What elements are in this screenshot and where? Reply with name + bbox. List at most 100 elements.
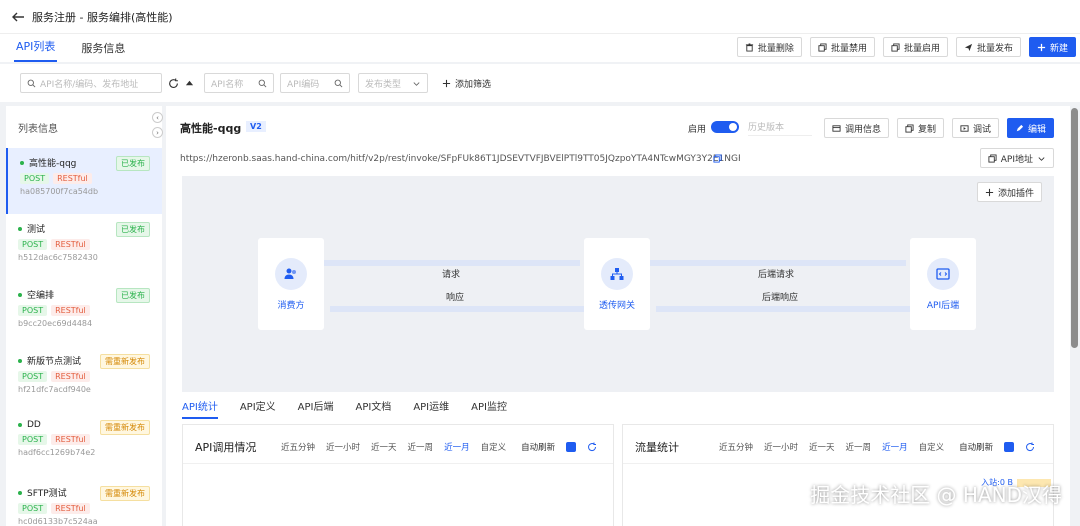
caret-up-icon[interactable] [185,79,194,88]
status-badge: 已发布 [116,156,150,171]
enable-toggle[interactable] [711,121,739,133]
backend-response-arrow [656,306,912,312]
status-dot [18,358,22,363]
list-item[interactable]: DD 需重新发布 POST RESTful hadf6cc1269b74e2 [6,412,162,478]
tab-service-info[interactable]: 服务信息 [79,40,127,62]
api-id: h512dac6c7582430 [18,253,98,262]
trash-icon [745,42,754,52]
batch-enable-button[interactable]: 批量启用 [882,37,948,57]
status-dot [18,292,22,297]
copy-icon [818,42,827,52]
add-plugin-button[interactable]: 添加插件 [976,182,1042,202]
subtab-api-docs[interactable]: API文档 [355,398,391,419]
range-1day[interactable]: 近一天 [371,441,397,453]
auto-refresh-checkbox[interactable] [1004,442,1015,452]
search-icon [258,79,267,87]
method-tag: POST [18,305,48,316]
copy-icon [905,123,914,133]
backend-request-label: 后端请求 [758,270,795,280]
range-5min[interactable]: 近五分钟 [281,441,315,453]
api-id: b9cc20ec69d4484 [18,319,93,328]
method-tag: POST [20,173,50,184]
send-icon [964,43,973,51]
type-tag: RESTful [51,371,90,382]
range-custom[interactable]: 自定义 [919,441,945,453]
list-item[interactable]: 高性能-qqg 已发布 POST RESTful ha085700f7ca54db [6,148,162,214]
range-1month[interactable]: 近一月 [882,441,908,453]
subtab-api-backend[interactable]: API后端 [298,398,334,419]
batch-disable-button[interactable]: 批量禁用 [809,37,875,57]
api-call-card: API调用情况 近五分钟 近一小时 近一天 近一周 近一月 自定义 自动刷新 [182,424,614,526]
invoke-info-button[interactable]: 调用信息 [823,118,889,138]
api-id: hf21dfc7acdf940e [18,385,91,394]
list-title: 列表信息 [18,124,58,135]
api-id: hc0d6133b7c524aa [18,517,98,526]
version-badge: V2 [246,121,266,132]
top-bar: 服务注册 - 服务编排(高性能) [0,0,1080,34]
page-title: 服务注册 - 服务编排(高性能) [32,10,173,24]
list-item[interactable]: 空编排 已发布 POST RESTful b9cc20ec69d4484 [6,280,162,346]
range-1hour[interactable]: 近一小时 [326,441,360,453]
chevron-down-icon [1038,156,1045,161]
range-1month[interactable]: 近一月 [444,441,470,453]
status-badge: 需重新发布 [100,420,150,435]
status-badge: 需重新发布 [100,486,150,501]
batch-delete-button[interactable]: 批量删除 [736,37,802,57]
list-item[interactable]: 新版节点测试 需重新发布 POST RESTful hf21dfc7acdf940e [6,346,162,412]
status-badge: 已发布 [116,222,150,237]
subtab-api-definition[interactable]: API定义 [240,398,276,419]
range-1day[interactable]: 近一天 [809,441,835,453]
add-filter-button[interactable]: 添加筛选 [442,77,491,90]
subtab-api-monitor[interactable]: API监控 [471,398,507,419]
range-custom[interactable]: 自定义 [481,441,507,453]
search-input[interactable]: API名称/编码、发布地址 [20,73,162,93]
auto-refresh-label: 自动刷新 [521,443,556,453]
users-icon [284,268,296,279]
api-code-filter[interactable]: API编码 [280,73,350,93]
refresh-icon[interactable] [587,442,597,452]
history-version-select[interactable]: 历史版本 [748,120,812,136]
range-1week[interactable]: 近一周 [846,441,872,453]
page-scrollbar[interactable] [1071,108,1078,348]
list-item[interactable]: SFTP测试 需重新发布 POST RESTful hc0d6133b7c524aa [6,478,162,526]
auto-refresh-checkbox[interactable] [566,442,577,452]
type-tag: RESTful [51,305,90,316]
api-url: https://hzeronb.saas.hand-china.com/hitf… [180,154,740,164]
api-list-panel: 列表信息 高性能-qqg 已发布 POST RESTful ha085700f7ca54… [6,106,162,526]
range-1hour[interactable]: 近一小时 [764,441,798,453]
status-badge: 需重新发布 [100,354,150,369]
api-name-filter[interactable]: API名称 [204,73,274,93]
api-id: hadf6cc1269b74e2 [18,448,96,457]
range-1week[interactable]: 近一周 [408,441,434,453]
refresh-icon[interactable] [168,78,179,89]
subtab-api-ops[interactable]: API运维 [413,398,449,419]
collapse-left-icon[interactable]: ‹ [152,112,163,123]
copy-icon [988,153,997,163]
subtab-api-stats[interactable]: API统计 [182,398,218,419]
expand-right-icon[interactable]: › [152,127,163,138]
flow-diagram: 添加插件 请求 响应 后端请求 后端响应 消费方 透传网关 API后端 [182,176,1054,392]
plus-icon [985,188,994,196]
copy-button[interactable]: 复制 [896,118,944,138]
range-5min[interactable]: 近五分钟 [719,441,753,453]
pencil-icon [1016,124,1024,131]
debug-button[interactable]: 调试 [951,118,999,138]
copy-url-icon[interactable] [713,154,722,163]
tabs-bar: API列表 服务信息 批量删除 批量禁用 批量启用 批量发布 新建 [0,34,1080,62]
plus-icon [442,79,451,87]
edit-button[interactable]: 编辑 [1006,118,1054,138]
search-icon [334,79,343,87]
tab-api-list[interactable]: API列表 [14,38,58,62]
api-call-title: API调用情况 [195,441,257,454]
refresh-icon[interactable] [1025,442,1035,452]
api-address-button[interactable]: API地址 [979,148,1054,168]
batch-publish-button[interactable]: 批量发布 [955,37,1021,57]
filter-bar: API名称/编码、发布地址 API名称 API编码 发布类型 添加筛选 [0,64,1080,102]
back-arrow-icon[interactable] [10,9,26,25]
list-item[interactable]: 测试 已发布 POST RESTful h512dac6c7582430 [6,214,162,280]
traffic-title: 流量统计 [635,441,679,454]
publish-type-select[interactable]: 发布类型 [358,73,428,93]
api-name: 高性能-qqg [180,122,242,135]
auto-refresh-label: 自动刷新 [959,443,994,453]
create-button[interactable]: 新建 [1028,37,1076,57]
